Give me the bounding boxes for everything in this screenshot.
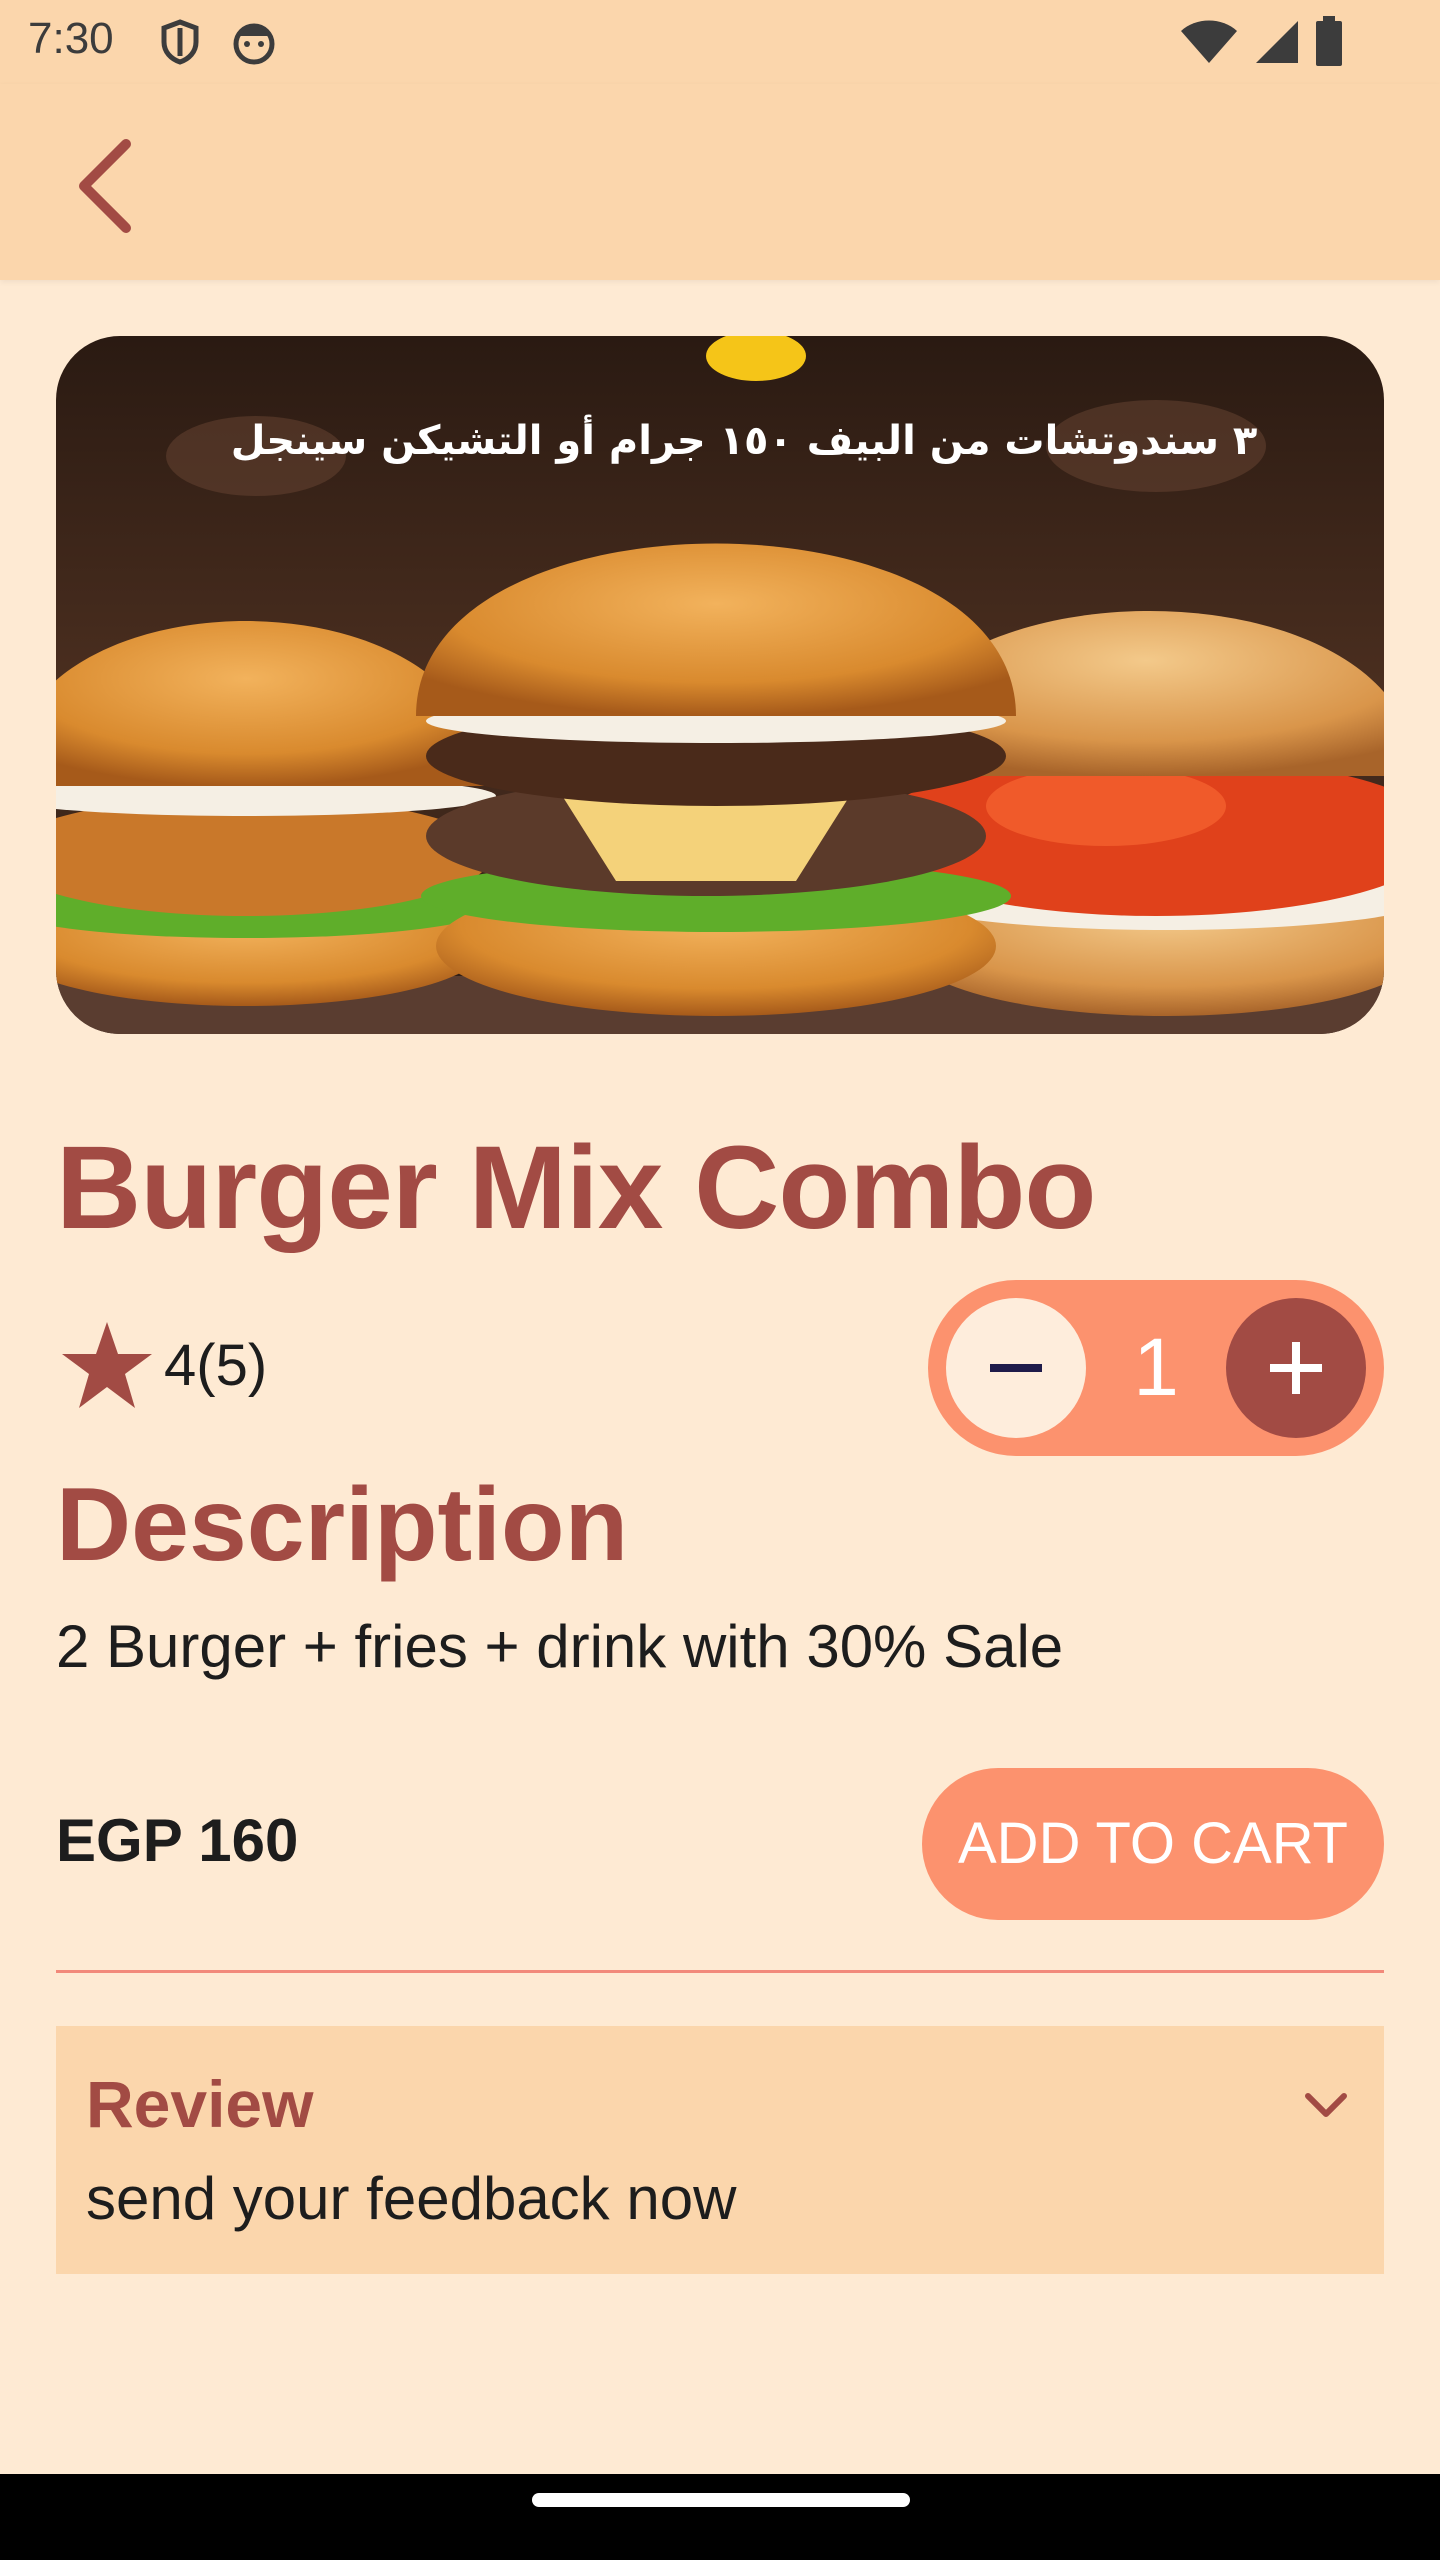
home-handle[interactable] [532,2493,910,2507]
shield-icon [161,19,199,65]
decrease-quantity-button[interactable] [946,1298,1086,1438]
face-icon [233,23,275,65]
chevron-left-icon [79,139,131,233]
add-to-cart-button[interactable]: ADD TO CART [922,1768,1384,1920]
review-panel[interactable]: Review send your feedback now [56,2026,1384,2274]
wifi-icon [1181,20,1237,63]
back-button[interactable] [60,134,160,234]
quantity-value: 1 [1133,1322,1179,1413]
review-title: Review [86,2067,314,2141]
divider [56,1970,1384,1973]
review-subtitle: send your feedback now [86,2165,737,2232]
app-bar [0,84,1440,280]
banner-text: ٣ سندوتشات من البيف ١٥٠ جرام أو التشيكن … [231,414,1258,464]
navigation-bar [0,2474,1440,2560]
rating-text: 4(5) [164,1332,268,1398]
quantity-stepper: 1 [928,1280,1384,1456]
status-right-icons [1180,16,1344,66]
description-heading: Description [56,1467,629,1583]
increase-quantity-button[interactable] [1226,1298,1366,1438]
price: EGP 160 [56,1807,299,1874]
status-time: 7:30 [28,14,114,63]
minus-icon [990,1364,1042,1372]
signal-icon [1256,21,1298,63]
status-bar: 7:30 [0,0,1440,84]
star-icon [62,1322,152,1408]
product-title: Burger Mix Combo [56,1122,1096,1254]
plus-icon [1270,1342,1322,1394]
battery-icon [1316,16,1342,66]
status-left-icons [158,18,278,66]
description-text: 2 Burger + fries + drink with 30% Sale [56,1613,1064,1680]
product-image: ٣ سندوتشات من البيف ١٥٠ جرام أو التشيكن … [56,336,1384,1034]
rating: 4(5) [60,1320,267,1410]
chevron-down-icon [1305,2093,1347,2117]
